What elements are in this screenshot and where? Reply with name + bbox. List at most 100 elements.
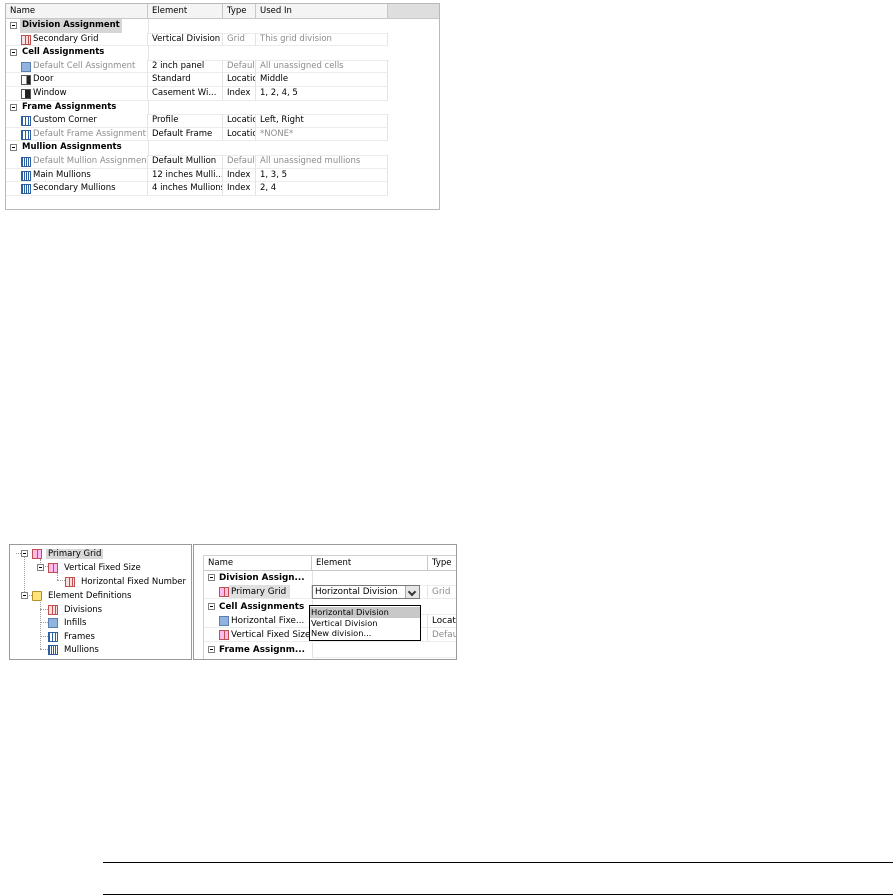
grid-header: Name Element Type Used In: [6, 4, 388, 19]
collapse-toggle-icon[interactable]: [10, 144, 17, 152]
tree-node-label: Divisions: [64, 605, 103, 615]
cell-text: Window: [33, 88, 67, 98]
table-row[interactable]: Main Mullions 12 inches Mulli... Index 1, 3…: [6, 168, 388, 183]
cell-text: Primary Grid: [231, 587, 287, 598]
cell-type: Location: [428, 614, 456, 628]
chevron-down-icon[interactable]: [405, 586, 419, 598]
row-divider: [148, 19, 389, 34]
dropdown-value: Horizontal Division: [315, 587, 398, 597]
dropdown-option[interactable]: Horizontal Division: [310, 607, 420, 618]
dropdown-option[interactable]: Vertical Division: [310, 618, 420, 629]
column-header-name[interactable]: Name: [6, 4, 148, 18]
collapse-toggle-icon[interactable]: [21, 550, 28, 557]
tree-node[interactable]: Vertical Fixed Size: [48, 562, 143, 574]
grid-icon: [32, 549, 42, 559]
collapse-toggle-icon[interactable]: [10, 49, 17, 57]
tree-node-label: Vertical Fixed Size: [64, 563, 141, 573]
column-header-name[interactable]: Name: [204, 556, 312, 570]
tree-node-label: Primary Grid: [46, 549, 104, 559]
cell-name: Primary Grid: [204, 585, 312, 600]
cell-element: Default Mullion: [148, 155, 223, 169]
tree-connector: [40, 609, 48, 610]
table-row[interactable]: Secondary Grid Vertical Division Grid This …: [6, 32, 388, 47]
cell-text: Left, Right: [260, 115, 304, 126]
cell-text: Vertical Division: [152, 33, 221, 44]
collapse-toggle-icon[interactable]: [208, 645, 215, 653]
infill-icon: [48, 618, 58, 628]
cell-text: Grid: [432, 587, 451, 598]
collapse-toggle-icon[interactable]: [37, 564, 44, 571]
tree-node[interactable]: Horizontal Fixed Number: [65, 576, 188, 588]
column-header-used-in[interactable]: Used In: [256, 4, 388, 18]
cell-name: Secondary Mullions: [6, 182, 148, 196]
tree-node[interactable]: Mullions: [48, 644, 101, 656]
grid-icon: [219, 587, 229, 598]
cell-text: Default: [227, 60, 256, 71]
cell-type: Location: [223, 127, 256, 142]
tree-node-label: Mullions: [64, 645, 99, 655]
cell-type: Index: [223, 87, 256, 101]
tree-connector: [40, 636, 48, 637]
tree-node[interactable]: Frames: [48, 631, 97, 643]
grid-frame: Name Element Type Division Assign... Prim…: [203, 555, 456, 659]
cell-text: Location: [227, 115, 255, 126]
cell-used-in: 1, 2, 4, 5: [256, 87, 388, 101]
column-header-type[interactable]: Type: [428, 556, 456, 570]
tree-node-label: Element Definitions: [48, 591, 132, 601]
column-header-element[interactable]: Element: [148, 4, 223, 18]
category-row[interactable]: Cell Assignments: [6, 46, 389, 61]
cell-type: Location: [223, 73, 256, 87]
tree-node[interactable]: Infills: [48, 617, 88, 629]
cell-text: Secondary Mullions: [33, 183, 116, 194]
cell-used-in: All unassigned mullions: [256, 155, 388, 169]
collapse-toggle-icon[interactable]: [208, 574, 215, 581]
door-icon: [21, 75, 31, 86]
assignments-grid-small: Name Element Type Division Assign... Prim…: [193, 544, 457, 660]
collapse-toggle-icon[interactable]: [10, 103, 17, 111]
cell-name: Secondary Grid: [6, 32, 148, 47]
tree-node[interactable]: Element Definitions: [32, 590, 133, 602]
cell-element: 12 inches Mulli...: [148, 168, 223, 183]
element-dropdown[interactable]: Horizontal Division: [312, 585, 420, 599]
tree-node-label: Horizontal Fixed Number: [81, 577, 186, 587]
table-row[interactable]: Custom Corner Profile Location Left, Right: [6, 114, 388, 128]
dropdown-list: Horizontal Division Vertical Division New …: [309, 605, 421, 641]
table-row[interactable]: Door Standard Location Middle: [6, 73, 388, 87]
table-row[interactable]: Default Cell Assignment 2 inch panel Defau…: [6, 59, 388, 74]
table-row[interactable]: Default Mullion Assignment Default Mullio…: [6, 155, 388, 169]
cell-text: Index: [227, 169, 251, 180]
category-row[interactable]: Frame Assignments: [6, 100, 389, 116]
column-header-element[interactable]: Element: [312, 556, 428, 570]
mullion-icon: [48, 645, 58, 655]
category-label: Cell Assignments: [219, 601, 305, 612]
cell-text: Default: [432, 630, 456, 641]
collapse-toggle-icon[interactable]: [21, 592, 28, 599]
cell-text: Location: [432, 615, 456, 626]
category-label: Cell Assignments: [22, 47, 105, 58]
column-header-type[interactable]: Type: [223, 4, 256, 18]
frame-icon: [48, 632, 58, 642]
category-row[interactable]: Mullion Assignments: [6, 141, 389, 156]
tree-node[interactable]: Primary Grid: [32, 548, 104, 560]
table-row[interactable]: Secondary Mullions 4 inches Mullions Index…: [6, 182, 388, 196]
category-row[interactable]: Frame Assignm...: [204, 642, 456, 658]
cell-text: Default Cell Assignment: [33, 60, 136, 71]
cell-element: 4 inches Mullions: [148, 182, 223, 196]
tree-node-label: Infills: [64, 618, 87, 628]
table-row[interactable]: Window Casement Wi... Index 1, 2, 4, 5: [6, 87, 388, 101]
cell-text: Door: [33, 74, 54, 85]
cell-type: Default: [223, 155, 256, 169]
dropdown-option[interactable]: New division...: [310, 628, 420, 639]
cell-element: Default Frame: [148, 127, 223, 142]
cell-type: Default: [428, 628, 456, 643]
collapse-toggle-icon[interactable]: [208, 602, 215, 610]
tree-node[interactable]: Divisions: [48, 604, 104, 616]
table-row[interactable]: Default Frame Assignment Default Frame Loc…: [6, 127, 388, 142]
cell-text: Index: [227, 88, 251, 98]
grid-division-icon: [21, 34, 31, 45]
cell-name: Horizontal Fixe...: [204, 613, 312, 628]
category-row[interactable]: Division Assign...: [204, 571, 456, 586]
collapse-toggle-icon[interactable]: [10, 22, 17, 29]
cell-name: Vertical Fixed Size: [204, 628, 312, 643]
category-row[interactable]: Division Assignment: [6, 19, 389, 34]
